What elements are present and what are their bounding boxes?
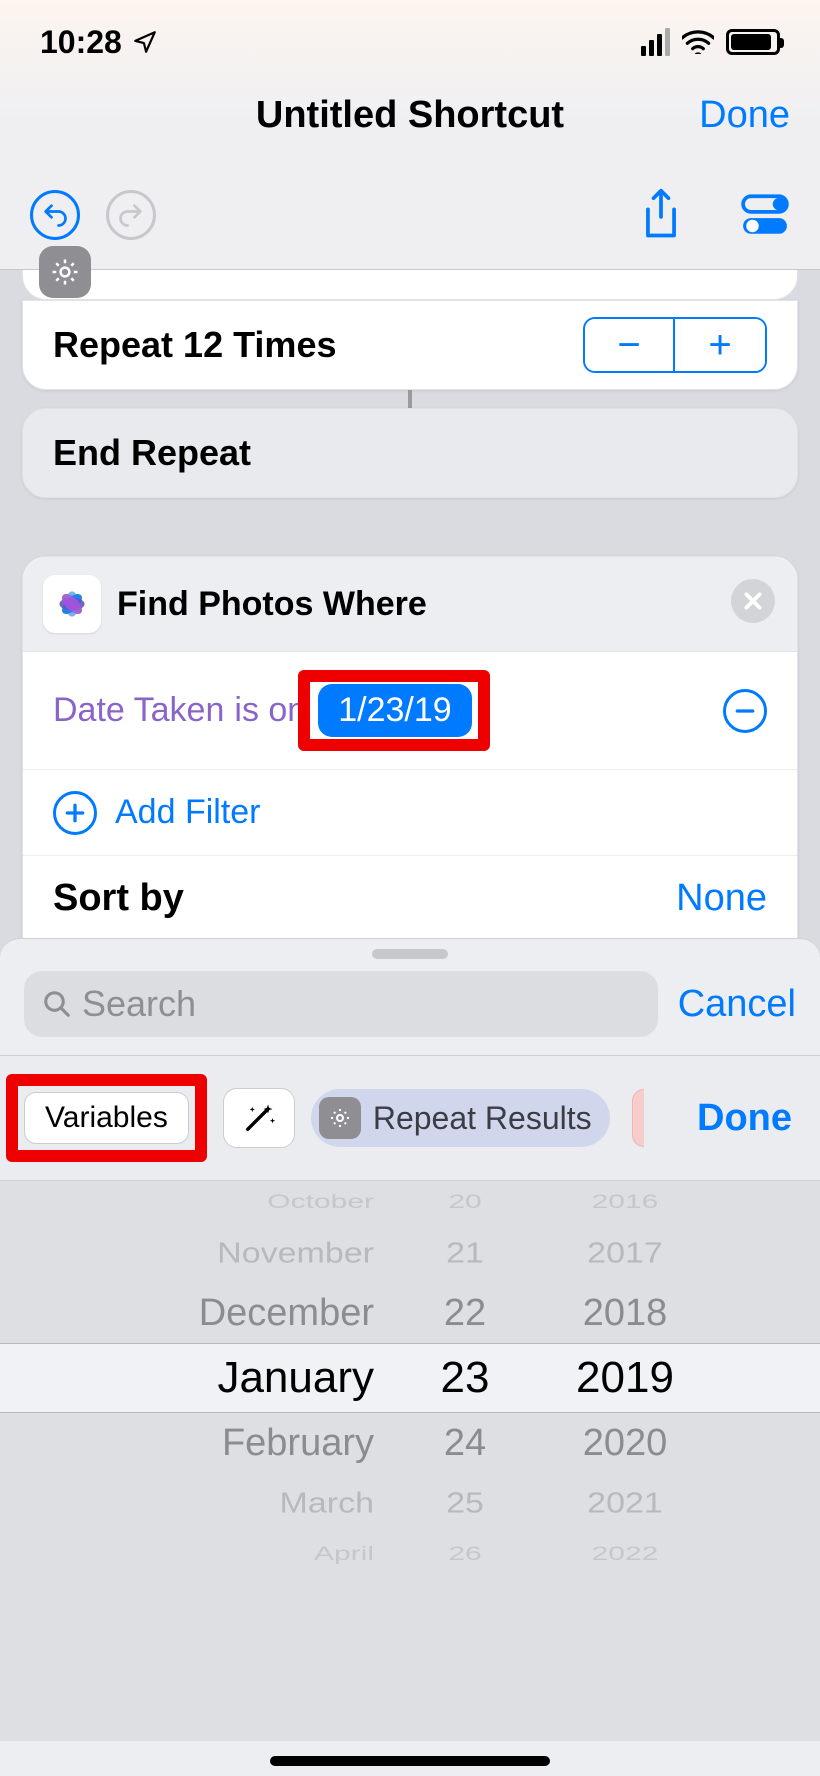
- filter-field-token[interactable]: Date Taken: [53, 691, 224, 730]
- stepper-plus-button[interactable]: +: [675, 319, 765, 371]
- add-filter-row[interactable]: Add Filter: [23, 770, 797, 856]
- stepper-minus-button[interactable]: −: [585, 319, 675, 371]
- filter-condition-token[interactable]: is on: [234, 691, 306, 730]
- search-input[interactable]: Search: [24, 971, 658, 1037]
- picker-row[interactable]: December 22 2018: [0, 1283, 820, 1343]
- status-time: 10:28: [40, 24, 122, 61]
- picker-day[interactable]: 21: [420, 1236, 510, 1269]
- done-button[interactable]: Done: [699, 94, 790, 137]
- picker-day[interactable]: 22: [420, 1292, 510, 1335]
- date-picker[interactable]: October 20 2016 November 21 2017 December 22 201…: [0, 1181, 820, 1741]
- search-icon: [42, 989, 72, 1019]
- photos-app-icon: [43, 575, 101, 633]
- variables-button[interactable]: Variables: [24, 1092, 189, 1144]
- gear-icon: [39, 246, 91, 298]
- action-library-sheet[interactable]: Search Cancel Variables Repeat Results D…: [0, 938, 820, 1776]
- variable-done-button[interactable]: Done: [697, 1097, 792, 1140]
- picker-day[interactable]: 25: [420, 1486, 510, 1519]
- next-variable-peek[interactable]: [632, 1089, 644, 1147]
- magic-variable-button[interactable]: [223, 1088, 295, 1148]
- sort-by-value[interactable]: None: [676, 877, 767, 920]
- picker-year[interactable]: 2019: [550, 1353, 700, 1403]
- wifi-icon: [682, 30, 714, 54]
- picker-day[interactable]: 20: [420, 1191, 510, 1213]
- sort-by-row[interactable]: Sort by None: [23, 856, 797, 942]
- picker-day[interactable]: 24: [420, 1422, 510, 1465]
- find-photos-header: Find Photos Where: [23, 557, 797, 652]
- picker-year[interactable]: 2021: [550, 1486, 700, 1519]
- filter-date-value[interactable]: 1/23/19: [318, 684, 471, 737]
- repeat-results-variable[interactable]: Repeat Results: [311, 1089, 610, 1147]
- share-button[interactable]: [638, 187, 684, 243]
- highlight-date-value: 1/23/19: [298, 670, 489, 751]
- remove-filter-button[interactable]: [723, 689, 767, 733]
- picker-year[interactable]: 2018: [550, 1292, 700, 1335]
- end-repeat-label: End Repeat: [53, 432, 251, 474]
- cancel-button[interactable]: Cancel: [678, 983, 796, 1026]
- redo-button[interactable]: [106, 190, 156, 240]
- settings-toggle-button[interactable]: [740, 190, 790, 240]
- delete-action-button[interactable]: [731, 579, 775, 623]
- sheet-grip[interactable]: [372, 949, 448, 959]
- picker-year[interactable]: 2020: [550, 1422, 700, 1465]
- picker-row[interactable]: January 23 2019: [0, 1343, 820, 1413]
- search-placeholder: Search: [82, 983, 196, 1025]
- location-icon: [132, 29, 158, 55]
- plus-icon: [53, 791, 97, 835]
- picker-month[interactable]: December: [120, 1292, 380, 1335]
- cellular-icon: [641, 28, 670, 56]
- picker-year[interactable]: 2022: [550, 1543, 700, 1565]
- picker-month[interactable]: October: [120, 1191, 380, 1213]
- find-photos-title: Find Photos Where: [117, 585, 427, 624]
- picker-year[interactable]: 2016: [550, 1191, 700, 1213]
- picker-row[interactable]: November 21 2017: [0, 1228, 820, 1279]
- picker-month[interactable]: November: [120, 1236, 380, 1269]
- gear-icon: [319, 1097, 361, 1139]
- title-bar: Untitled Shortcut Done: [0, 70, 820, 160]
- variable-bar: Variables Repeat Results Done: [0, 1055, 820, 1181]
- status-bar: 10:28: [0, 0, 820, 70]
- page-title: Untitled Shortcut: [256, 94, 564, 137]
- picker-row[interactable]: February 24 2020: [0, 1413, 820, 1473]
- picker-row[interactable]: October 20 2016: [0, 1188, 820, 1215]
- picker-month[interactable]: March: [120, 1486, 380, 1519]
- sort-by-label: Sort by: [53, 877, 184, 920]
- picker-row[interactable]: April 26 2022: [0, 1540, 820, 1567]
- add-filter-label: Add Filter: [115, 793, 261, 832]
- repeat-results-label: Repeat Results: [373, 1100, 592, 1137]
- picker-month[interactable]: April: [120, 1543, 380, 1565]
- home-indicator[interactable]: [270, 1756, 550, 1766]
- editor-toolbar: [0, 160, 820, 270]
- undo-button[interactable]: [30, 190, 80, 240]
- connector-line: [408, 390, 412, 408]
- picker-row[interactable]: March 25 2021: [0, 1478, 820, 1529]
- repeat-action-card[interactable]: Repeat 12 Times − +: [22, 300, 798, 390]
- picker-month[interactable]: January: [120, 1353, 380, 1403]
- highlight-variables-button: Variables: [6, 1074, 207, 1162]
- repeat-stepper[interactable]: − +: [583, 317, 767, 373]
- repeat-label: Repeat 12 Times: [53, 324, 336, 366]
- end-repeat-card[interactable]: End Repeat: [22, 408, 798, 498]
- filter-row[interactable]: Date Taken is on 1/23/19: [23, 652, 797, 770]
- picker-day[interactable]: 23: [420, 1353, 510, 1403]
- picker-year[interactable]: 2017: [550, 1236, 700, 1269]
- previous-action-peek: [22, 270, 798, 300]
- picker-month[interactable]: February: [120, 1422, 380, 1465]
- picker-day[interactable]: 26: [420, 1543, 510, 1565]
- battery-icon: [726, 29, 780, 55]
